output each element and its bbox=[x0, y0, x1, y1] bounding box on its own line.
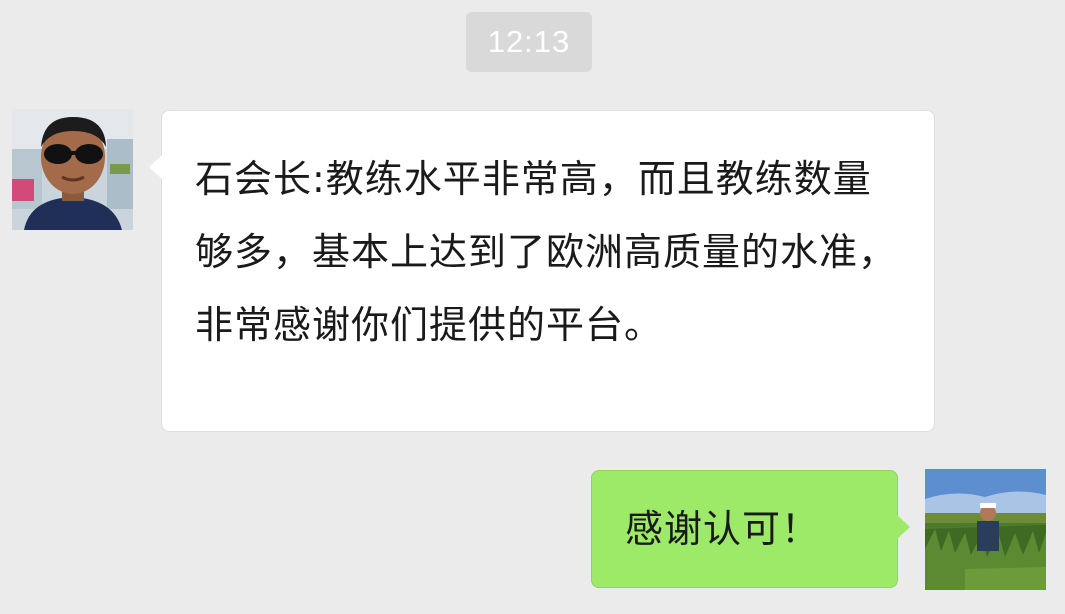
boy-with-sunglasses-avatar bbox=[12, 109, 133, 230]
message-text: 石会长:教练水平非常高，而且教练数量够多，基本上达到了欧洲高质量的水准，非常感谢… bbox=[195, 157, 898, 347]
bubble-tail bbox=[149, 155, 162, 179]
message-text: 感谢认可！ bbox=[625, 507, 821, 551]
man-in-grass-field-avatar bbox=[925, 469, 1046, 590]
own-avatar[interactable] bbox=[925, 469, 1046, 590]
sender-avatar[interactable] bbox=[12, 109, 133, 230]
outgoing-message-bubble[interactable]: 感谢认可！ bbox=[591, 470, 910, 588]
incoming-message-bubble[interactable]: 石会长:教练水平非常高，而且教练数量够多，基本上达到了欧洲高质量的水准，非常感谢… bbox=[149, 110, 935, 432]
timestamp: 12:13 bbox=[466, 12, 592, 72]
chat-window: 12:13 石会长:教练水平非常高，而且教练数量够多，基本上达到了欧洲高质量的水… bbox=[0, 0, 1065, 614]
bubble-tail bbox=[897, 515, 910, 539]
